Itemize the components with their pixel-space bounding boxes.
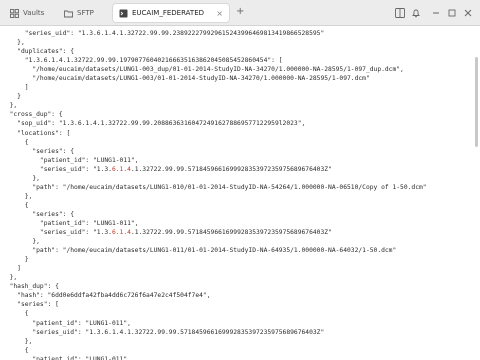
output-line: } [2, 93, 21, 101]
output-line: }, [2, 337, 33, 345]
output-line: }, [2, 174, 40, 182]
output-line: { [2, 138, 29, 146]
output-line: "path": "/home/eucaim/datasets/LUNG1-011… [2, 247, 397, 255]
output-line: }, [2, 39, 25, 47]
tab-sftp-label: SFTP [77, 9, 94, 17]
output-line: "series_uid": "1.3.6.1.4.1.32722.99.99.2… [2, 30, 325, 37]
output-line: "patient_id": "LUNG1-011", [2, 355, 131, 360]
output-line: ] [2, 265, 21, 273]
output-line: "series_uid": "1.3.6.1.4.1.32722.99.99.5… [2, 229, 332, 237]
tab-eucaim-label: EUCAIM_FEDERATED [132, 9, 205, 17]
tab-vaults-label: Vaults [23, 9, 45, 17]
output-line: "series": { [2, 210, 75, 218]
output-line: { [2, 310, 29, 318]
output-line: }, [2, 192, 33, 200]
output-line: { [2, 201, 29, 209]
output-line: "series": { [2, 147, 75, 155]
output-line: "1.3.6.1.4.1.32722.99.99.197907760402166… [2, 57, 283, 65]
tab-vaults[interactable]: Vaults [4, 3, 54, 23]
output-line: }, [2, 274, 18, 282]
grid-icon [10, 8, 19, 18]
tab-eucaim-federated[interactable]: EUCAIM_FEDERATED × [112, 3, 230, 23]
output-line: "locations": [ [2, 129, 71, 137]
output-line: "hash_dup": { [2, 283, 59, 291]
terminal-icon [119, 9, 128, 18]
output-line: }, [2, 238, 40, 246]
output-line: "series_uid": "1.3.6.1.4.1.32722.99.99.5… [2, 165, 332, 173]
json-output: "series_uid": "1.3.6.1.4.1.32722.99.99.2… [0, 27, 480, 360]
output-line: "series_uid": "1.3.6.1.4.1.32722.99.99.5… [2, 328, 325, 336]
close-tab-icon[interactable]: × [216, 9, 223, 18]
terminal-output[interactable]: "series_uid": "1.3.6.1.4.1.32722.99.99.2… [0, 27, 480, 360]
close-icon[interactable] [462, 7, 474, 19]
output-line: "patient_id": "LUNG1-011", [2, 319, 131, 327]
folder-icon [64, 9, 73, 18]
output-line: ] [2, 84, 29, 92]
output-line: "/home/eucaim/datasets/LUNG1-003/01-01-2… [2, 75, 370, 83]
output-line: "patient_id": "LUNG1-011", [2, 219, 139, 227]
output-line: } [2, 256, 29, 264]
output-line: "series": [ [2, 301, 59, 309]
bell-icon[interactable] [410, 7, 422, 19]
new-tab-button[interactable]: + [236, 6, 244, 17]
output-line: "sop_uid": "1.3.6.1.4.1.32722.99.99.2088… [2, 120, 306, 128]
minimize-icon[interactable] [430, 7, 442, 19]
output-line: "cross_dup": { [2, 111, 63, 119]
scrollbar[interactable] [475, 57, 478, 147]
output-line: "duplicates": { [2, 48, 75, 56]
title-bar: Vaults SFTP EUCAIM_FEDERATED × + [0, 0, 480, 26]
tab-sftp[interactable]: SFTP [58, 3, 106, 23]
output-line: "patient_id": "LUNG1-011", [2, 156, 139, 164]
maximize-icon[interactable] [446, 7, 458, 19]
output-line: }, [2, 102, 18, 110]
split-view-icon[interactable] [394, 7, 406, 19]
output-line: "hash": "6dd0e6ddfa42fba4dd6c726f6a47e2c… [2, 292, 211, 300]
output-line: { [2, 346, 29, 354]
output-line: "path": "/home/eucaim/datasets/LUNG1-010… [2, 183, 427, 191]
output-line: "/home/eucaim/datasets/LUNG1-003_dup/01-… [2, 66, 404, 74]
